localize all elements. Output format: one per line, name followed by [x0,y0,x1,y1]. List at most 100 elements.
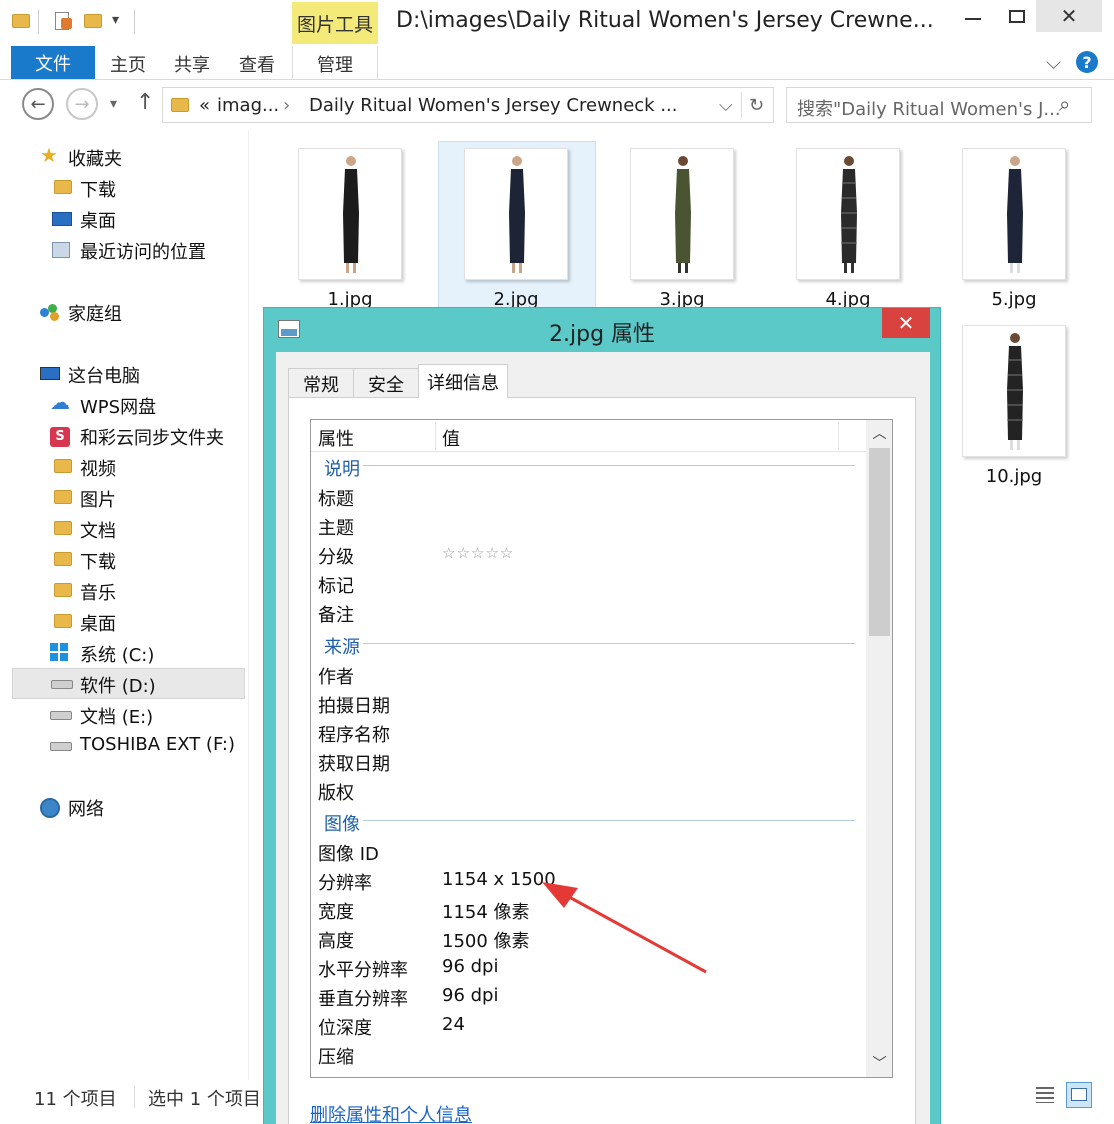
back-button[interactable]: ← [22,88,54,120]
scrollbar-thumb[interactable] [869,448,890,636]
sidebar-item-downloads[interactable]: 下载 [0,173,244,203]
minimize-button[interactable] [954,0,992,32]
breadcrumb-images[interactable]: imag... [217,95,279,116]
height-value[interactable]: 1500 像素 [442,927,530,953]
back-icon: ← [30,93,46,115]
sidebar-item-label: 这台电脑 [68,366,140,387]
refresh-icon[interactable]: ↻ [749,95,764,116]
horizontal-resolution-value[interactable]: 96 dpi [442,956,498,977]
maximize-button[interactable] [998,0,1036,32]
scroll-down-icon[interactable]: ﹀ [866,1052,892,1074]
remove-properties-link[interactable]: 删除属性和个人信息 [310,1101,472,1124]
property-vertical-resolution[interactable]: 垂直分辨率 [318,985,408,1011]
customize-quick-access-icon[interactable]: ▾ [112,12,119,28]
property-comments[interactable]: 备注 [318,601,354,627]
search-icon[interactable]: ⌕ [1059,92,1070,116]
details-view-button[interactable] [1032,1082,1058,1108]
dress-image [1007,156,1023,273]
vertical-resolution-value[interactable]: 96 dpi [442,985,498,1006]
dialog-close-button[interactable]: ✕ [882,308,930,338]
address-bar[interactable]: « imag... › Daily Ritual Women's Jersey … [162,87,774,123]
expand-ribbon-icon[interactable]: ⌵ [1046,50,1061,74]
file-name[interactable]: 5.jpg [954,289,1074,310]
music-folder-icon [52,581,72,601]
sidebar-item-this-pc[interactable]: 这台电脑 [0,359,244,389]
sidebar-item-downloads-2[interactable]: 下载 [0,545,244,575]
search-box[interactable]: 搜索"Daily Ritual Women's J... ⌕ [786,87,1092,123]
search-input[interactable]: 搜索"Daily Ritual Women's J... [797,95,1061,121]
sidebar-item-recent-places[interactable]: 最近访问的位置 [0,235,244,265]
tab-security[interactable]: 安全 [353,368,419,398]
thumbnail-5[interactable] [962,148,1066,280]
property-subject[interactable]: 主题 [318,514,354,540]
property-horizontal-resolution[interactable]: 水平分辨率 [318,956,408,982]
address-dropdown-icon[interactable]: ⌵ [719,95,733,116]
sidebar-item-drive-c[interactable]: 系统 (C:) [0,638,244,668]
property-title[interactable]: 标题 [318,485,354,511]
thumbnail-3[interactable] [630,148,734,280]
sidebar-item-pictures[interactable]: 图片 [0,483,244,513]
thumbnail-10[interactable] [962,325,1066,457]
forward-button[interactable]: → [66,88,98,120]
thumbnail-2[interactable] [464,148,568,280]
file-name[interactable]: 10.jpg [954,466,1074,487]
help-icon[interactable]: ? [1076,51,1098,73]
tab-manage[interactable]: 管理 [298,50,372,78]
breadcrumb-prefix[interactable]: « [199,95,210,116]
column-header-value[interactable]: 值 [442,425,460,451]
sidebar-item-homegroup[interactable]: 家庭组 [0,297,244,327]
properties-icon[interactable] [52,10,74,32]
sidebar-item-hecaiyun[interactable]: S 和彩云同步文件夹 [0,421,244,451]
sidebar-item-drive-d[interactable]: 软件 (D:) [12,668,245,699]
tab-view[interactable]: 查看 [229,50,285,78]
property-authors[interactable]: 作者 [318,663,354,689]
property-bit-depth[interactable]: 位深度 [318,1014,372,1040]
property-tags[interactable]: 标记 [318,572,354,598]
property-width[interactable]: 宽度 [318,898,354,924]
width-value[interactable]: 1154 像素 [442,898,530,924]
picture-tools-tab[interactable]: 图片工具 [292,2,378,44]
thumbnail-1[interactable] [298,148,402,280]
property-rating[interactable]: 分级 [318,543,354,569]
sidebar-item-wps[interactable]: ☁ WPS网盘 [0,390,244,420]
property-program[interactable]: 程序名称 [318,721,390,747]
sidebar-item-label: 下载 [80,552,116,573]
property-dimensions[interactable]: 分辨率 [318,869,372,895]
breadcrumb-separator-icon[interactable]: › [283,95,290,116]
property-image-id[interactable]: 图像 ID [318,840,379,866]
up-icon[interactable]: ↑ [136,90,154,115]
property-compression[interactable]: 压缩 [318,1043,354,1069]
sidebar-item-drive-f[interactable]: TOSHIBA EXT (F:) [0,731,244,761]
property-date-taken[interactable]: 拍摄日期 [318,692,390,718]
sidebar-item-documents[interactable]: 文档 [0,514,244,544]
bit-depth-value[interactable]: 24 [442,1014,465,1035]
tab-share[interactable]: 共享 [164,50,220,78]
property-date-acquired[interactable]: 获取日期 [318,750,390,776]
column-header-property[interactable]: 属性 [318,425,354,451]
tab-home[interactable]: 主页 [100,50,156,78]
tab-details[interactable]: 详细信息 [418,364,508,398]
thumbnail-view-icon [1071,1088,1087,1101]
tab-general[interactable]: 常规 [288,368,354,398]
property-copyright[interactable]: 版权 [318,779,354,805]
sidebar-item-drive-e[interactable]: 文档 (E:) [0,700,244,730]
sidebar-item-desktop[interactable]: 桌面 [0,204,244,234]
recent-locations-icon[interactable]: ▾ [110,96,117,112]
thumbnail-view-button[interactable] [1066,1082,1092,1108]
vertical-scrollbar[interactable]: ︿ ﹀ [866,420,892,1077]
sidebar-item-label: 最近访问的位置 [80,242,206,263]
close-button[interactable]: ✕ [1036,0,1102,32]
rating-stars-icon[interactable]: ☆☆☆☆☆ [442,544,514,562]
scroll-up-icon[interactable]: ︿ [866,422,892,444]
new-folder-icon[interactable] [82,10,104,32]
sidebar-item-music[interactable]: 音乐 [0,576,244,606]
sidebar-item-videos[interactable]: 视频 [0,452,244,482]
sidebar-item-network[interactable]: 网络 [0,792,244,822]
tab-file[interactable]: 文件 [11,46,95,79]
breadcrumb-folder[interactable]: Daily Ritual Women's Jersey Crewneck ... [309,95,677,116]
sidebar-item-favorites[interactable]: ★ 收藏夹 [0,142,244,172]
thumbnail-4[interactable] [796,148,900,280]
downloads-folder-icon [52,550,72,570]
property-height[interactable]: 高度 [318,927,354,953]
sidebar-item-desktop-2[interactable]: 桌面 [0,607,244,637]
